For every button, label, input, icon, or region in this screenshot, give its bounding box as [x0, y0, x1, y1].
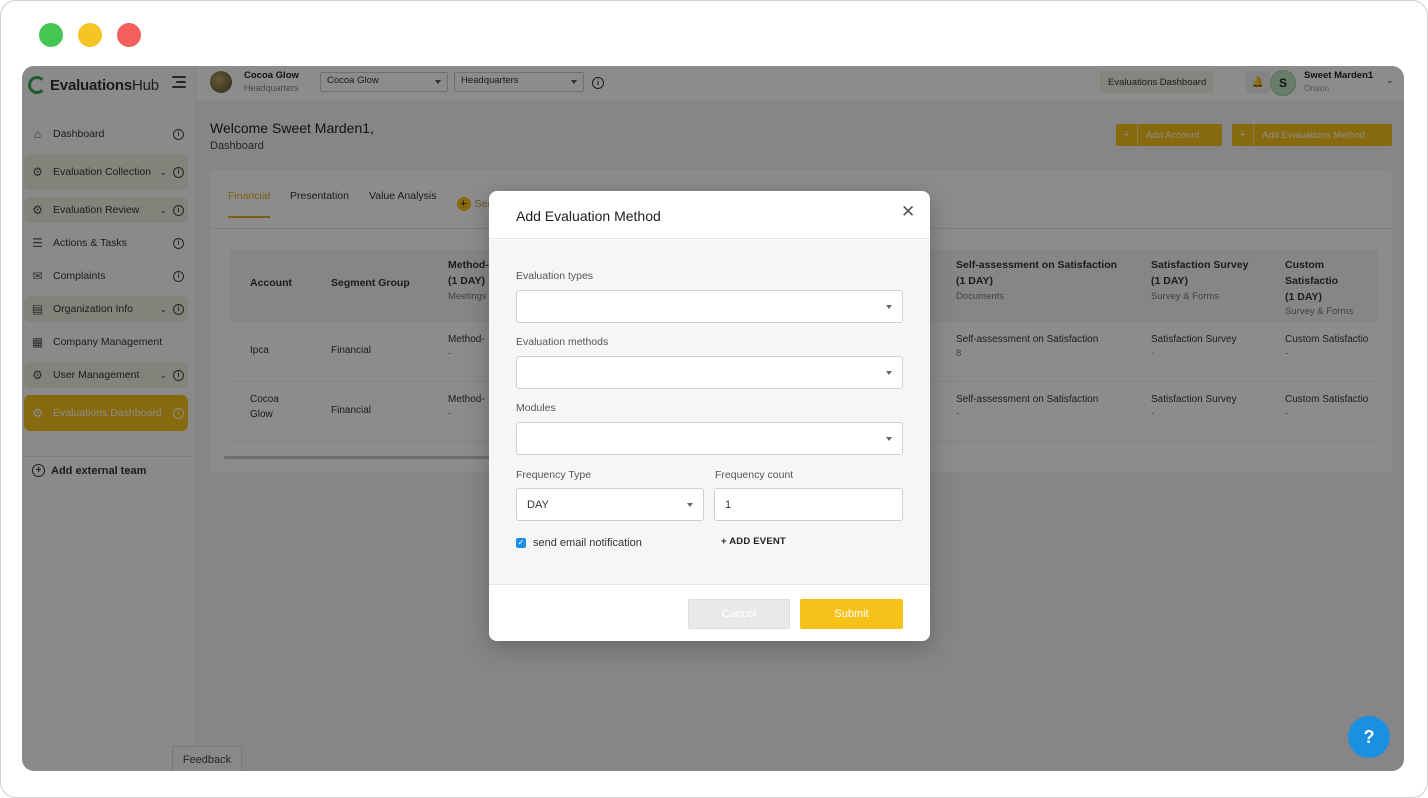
evaluation-types-select[interactable]	[516, 290, 903, 323]
send-email-label: send email notification	[533, 537, 642, 549]
modal-title: Add Evaluation Method	[516, 208, 661, 224]
frequency-type-label: Frequency Type	[516, 469, 592, 481]
modal-body: Evaluation types Evaluation methods Modu…	[489, 240, 930, 584]
caret-down-icon	[886, 437, 892, 441]
window-minimize-button[interactable]	[78, 23, 102, 47]
add-evaluation-method-modal: Add Evaluation Method ✕ Evaluation types…	[489, 191, 930, 641]
window-close-button[interactable]	[117, 23, 141, 47]
close-icon[interactable]: ✕	[901, 202, 915, 222]
evaluation-methods-label: Evaluation methods	[516, 336, 609, 348]
caret-down-icon	[886, 305, 892, 309]
caret-down-icon	[687, 503, 693, 507]
modules-label: Modules	[516, 402, 556, 414]
window-maximize-button[interactable]	[39, 23, 63, 47]
evaluation-methods-select[interactable]	[516, 356, 903, 389]
modal-header: Add Evaluation Method ✕	[489, 191, 930, 239]
help-icon[interactable]: ?	[1348, 716, 1390, 758]
frequency-count-input[interactable]	[714, 488, 903, 521]
cancel-button[interactable]: Cancel	[688, 599, 790, 629]
send-email-notification-checkbox[interactable]: ✓ send email notification	[516, 537, 642, 549]
checkmark-icon[interactable]: ✓	[516, 538, 526, 548]
app: EvaluationsHub ⌂ Dashboard i ⚙ Evaluatio…	[22, 66, 1404, 771]
modal-footer: Cancel Submit	[489, 584, 930, 641]
frequency-type-select[interactable]: DAY	[516, 488, 704, 521]
frequency-count-label: Frequency count	[715, 469, 794, 481]
caret-down-icon	[886, 371, 892, 375]
add-event-button[interactable]: + ADD EVENT	[721, 536, 786, 547]
modules-select[interactable]	[516, 422, 903, 455]
evaluation-types-label: Evaluation types	[516, 270, 594, 282]
submit-button[interactable]: Submit	[800, 599, 903, 629]
